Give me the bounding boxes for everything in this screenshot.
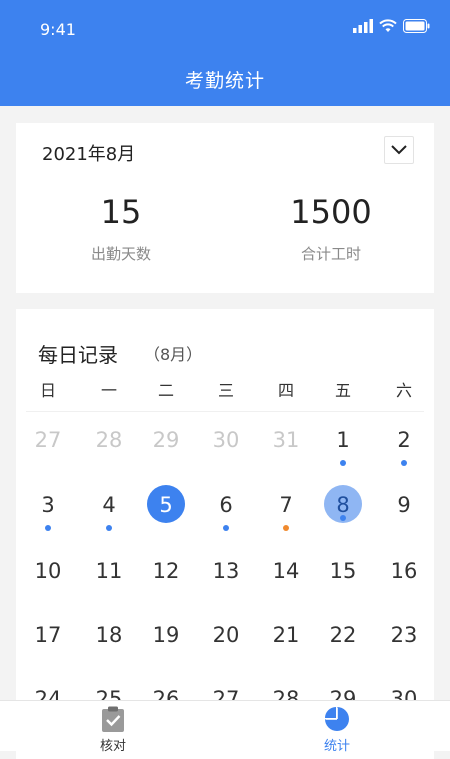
day-number: 23 xyxy=(390,623,418,647)
calendar-day[interactable]: 22 xyxy=(321,613,365,657)
calendar-day[interactable]: 1 xyxy=(321,418,365,466)
weekday-label: 二 xyxy=(157,381,174,400)
calendar-day[interactable]: 2 xyxy=(382,418,426,466)
status-icons xyxy=(353,19,430,33)
day-number: 28 xyxy=(95,428,123,452)
day-number: 12 xyxy=(152,559,180,583)
calendar-day[interactable]: 30 xyxy=(204,418,248,462)
attendance-dot xyxy=(401,460,407,466)
calendar-day[interactable]: 11 xyxy=(87,549,131,593)
wifi-icon xyxy=(379,19,397,32)
tab-bar: 核对 统计 xyxy=(0,700,450,754)
calendar-day[interactable]: 21 xyxy=(264,613,308,657)
attendance-dot xyxy=(283,525,289,531)
tab-statistics[interactable]: 统计 xyxy=(277,701,397,754)
battery-icon xyxy=(403,19,430,33)
attendance-dot xyxy=(340,515,346,521)
weekday-label: 日 xyxy=(39,381,56,400)
attendance-dot xyxy=(106,525,112,531)
daily-record-title: 每日记录 xyxy=(38,343,118,367)
day-number: 21 xyxy=(272,623,300,647)
chevron-down-icon xyxy=(391,145,407,155)
calendar-day[interactable]: 10 xyxy=(26,549,70,593)
calendar-day[interactable]: 20 xyxy=(204,613,248,657)
tab-check[interactable]: 核对 xyxy=(53,701,173,754)
day-number: 29 xyxy=(152,428,180,452)
day-number: 5 xyxy=(159,493,173,517)
calendar-day[interactable]: 28 xyxy=(87,418,131,462)
weekday-label: 四 xyxy=(277,381,294,400)
day-number: 27 xyxy=(34,428,62,452)
signal-icon xyxy=(353,19,373,33)
page-title: 考勤统计 xyxy=(184,70,265,92)
total-hours-stat: 1500 合计工时 xyxy=(231,193,431,264)
calendar-day[interactable]: 17 xyxy=(26,613,70,657)
tab-statistics-label: 统计 xyxy=(323,739,350,754)
calendar-day[interactable]: 12 xyxy=(144,549,188,593)
calendar-day[interactable]: 3 xyxy=(26,483,70,531)
day-number: 10 xyxy=(34,559,62,583)
calendar-day[interactable]: 29 xyxy=(144,418,188,462)
calendar-day[interactable]: 18 xyxy=(87,613,131,657)
day-number: 16 xyxy=(390,559,418,583)
day-number: 2 xyxy=(397,428,411,452)
clipboard-check-icon xyxy=(102,706,124,732)
daily-record-card: 每日记录 （8月） 日一二三四五六 27 28 29 30 31 1 2 3 4 5 6 7 8 9 10 1… xyxy=(16,309,434,759)
summary-card: 2021年8月 15 出勤天数 1500 合计工时 xyxy=(16,123,434,293)
calendar-day[interactable]: 14 xyxy=(264,549,308,593)
calendar-day[interactable]: 9 xyxy=(382,483,426,527)
month-dropdown-button[interactable] xyxy=(384,136,414,164)
day-number: 31 xyxy=(272,428,300,452)
calendar-day[interactable]: 6 xyxy=(204,483,248,531)
calendar-day[interactable]: 15 xyxy=(321,549,365,593)
divider xyxy=(26,411,424,412)
day-number: 4 xyxy=(102,493,116,517)
attendance-dot xyxy=(340,460,346,466)
pie-chart-icon xyxy=(325,707,349,731)
day-number: 18 xyxy=(95,623,123,647)
day-number: 11 xyxy=(95,559,123,583)
attendance-days-stat: 15 出勤天数 xyxy=(21,193,221,264)
day-number: 14 xyxy=(272,559,300,583)
day-number: 17 xyxy=(34,623,62,647)
day-number: 19 xyxy=(152,623,180,647)
weekday-label: 五 xyxy=(334,381,351,400)
day-number: 9 xyxy=(397,493,411,517)
daily-record-month: （8月） xyxy=(144,345,203,364)
tab-check-label: 核对 xyxy=(99,739,126,754)
calendar-day[interactable]: 7 xyxy=(264,483,308,531)
weekday-label: 一 xyxy=(100,381,117,400)
total-hours-value: 1500 xyxy=(290,193,372,231)
calendar-day[interactable]: 13 xyxy=(204,549,248,593)
status-time: 9:41 xyxy=(40,20,76,39)
attendance-days-label: 出勤天数 xyxy=(90,245,151,263)
day-number: 20 xyxy=(212,623,240,647)
calendar-day[interactable]: 16 xyxy=(382,549,426,593)
weekday-label: 三 xyxy=(217,381,234,400)
calendar-day[interactable]: 8 xyxy=(321,483,365,527)
attendance-days-value: 15 xyxy=(100,193,142,231)
calendar-day[interactable]: 19 xyxy=(144,613,188,657)
day-number: 13 xyxy=(212,559,240,583)
day-number: 15 xyxy=(329,559,357,583)
day-number: 22 xyxy=(329,623,357,647)
weekday-label: 六 xyxy=(395,381,412,400)
day-number: 3 xyxy=(41,493,55,517)
calendar-day[interactable]: 31 xyxy=(264,418,308,462)
calendar-day[interactable]: 4 xyxy=(87,483,131,531)
day-number: 7 xyxy=(279,493,293,517)
app-header: 9:41 考勤统计 xyxy=(0,0,450,106)
calendar-day[interactable]: 23 xyxy=(382,613,426,657)
attendance-dot xyxy=(45,525,51,531)
calendar-day[interactable]: 27 xyxy=(26,418,70,462)
total-hours-label: 合计工时 xyxy=(300,245,361,263)
day-number: 30 xyxy=(212,428,240,452)
attendance-dot xyxy=(223,525,229,531)
calendar-day[interactable]: 5 xyxy=(144,483,188,527)
day-number: 6 xyxy=(219,493,233,517)
weekday-header: 日一二三四五六 xyxy=(16,377,434,403)
month-label: 2021年8月 xyxy=(42,144,136,165)
day-number: 1 xyxy=(336,428,350,452)
